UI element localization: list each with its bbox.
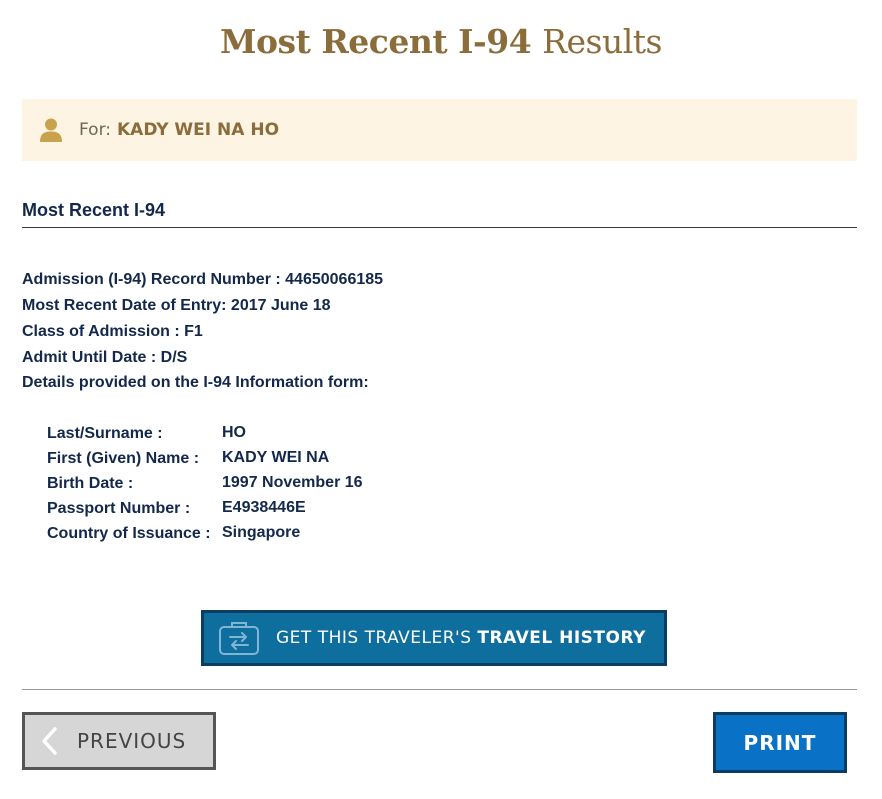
admit-until-date: Admit Until Date : D/S	[22, 349, 188, 366]
page-title: Most Recent I-94 Results	[0, 22, 882, 61]
travel-history-label-bold: TRAVEL HISTORY	[477, 628, 646, 648]
info-value: Singapore	[222, 524, 301, 541]
previous-button[interactable]: PREVIOUS	[22, 712, 216, 770]
info-label: Country of Issuance :	[47, 525, 211, 542]
travel-history-label: GET THIS TRAVELER'S TRAVEL HISTORY	[276, 628, 646, 648]
info-label: Last/Surname :	[47, 425, 163, 442]
section-divider	[22, 227, 857, 228]
travel-history-label-prefix: GET THIS TRAVELER'S	[276, 628, 472, 648]
previous-label: PREVIOUS	[77, 729, 187, 753]
chevron-left-icon	[39, 726, 61, 756]
info-value: KADY WEI NA	[222, 449, 330, 466]
user-icon	[40, 118, 62, 142]
luggage-transfer-icon	[218, 620, 260, 656]
record-number: Admission (I-94) Record Number : 4465006…	[22, 271, 384, 288]
travel-history-button[interactable]: GET THIS TRAVELER'S TRAVEL HISTORY	[201, 610, 667, 666]
info-value: 1997 November 16	[222, 474, 363, 491]
info-label: First (Given) Name :	[47, 450, 200, 467]
print-label: PRINT	[743, 730, 817, 755]
page-title-strong: Most Recent I-94	[220, 22, 532, 61]
traveler-name: KADY WEI NA HO	[117, 120, 280, 140]
footer-divider	[22, 689, 857, 690]
info-value: HO	[222, 424, 246, 441]
info-value: E4938446E	[222, 499, 306, 516]
class-of-admission: Class of Admission : F1	[22, 323, 203, 340]
info-label: Birth Date :	[47, 475, 134, 492]
for-banner: For: KADY WEI NA HO	[22, 99, 857, 161]
section-heading: Most Recent I-94	[22, 200, 166, 220]
details-intro: Details provided on the I-94 Information…	[22, 374, 369, 391]
for-label: For:	[79, 120, 111, 140]
page-title-light: Results	[542, 22, 662, 61]
date-of-entry: Most Recent Date of Entry: 2017 June 18	[22, 297, 331, 314]
info-label: Passport Number :	[47, 500, 191, 517]
print-button[interactable]: PRINT	[713, 712, 847, 773]
